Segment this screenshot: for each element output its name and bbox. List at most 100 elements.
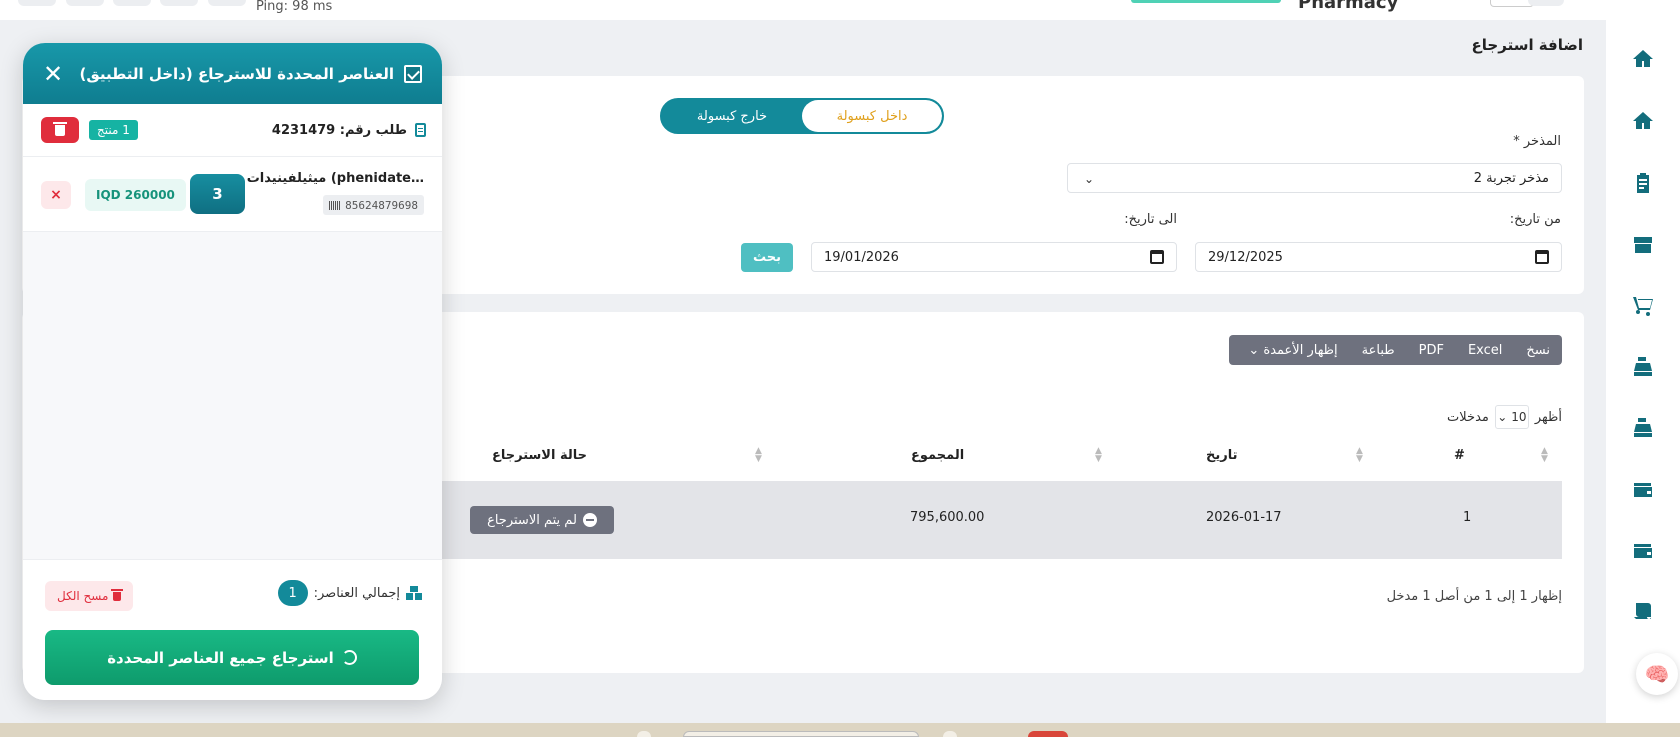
print-button[interactable]: طباعة <box>1362 343 1395 358</box>
boxes-icon <box>406 586 422 600</box>
export-toolbar: نسخ Excel PDF طباعة إظهار الأعمدة ⌄ <box>1229 335 1562 365</box>
total-items: إجمالي العناصر: 1 <box>277 580 422 606</box>
undo-icon <box>341 650 357 665</box>
taskbar-search[interactable] <box>683 731 919 737</box>
barcode-value: 85624879698 <box>345 198 418 212</box>
table-info: إظهار 1 إلى 1 من أصل 1 مدخل <box>1386 589 1562 604</box>
panel-title: العناصر المحددة للاسترجاع (داخل التطبيق) <box>79 64 394 83</box>
order-row: طلب رقم: 4231479 1 منتج <box>23 104 442 157</box>
toggle-outside-capsule[interactable]: خارج كبسولة <box>662 100 802 132</box>
remove-item-button[interactable]: × <box>41 181 71 209</box>
excel-button[interactable]: Excel <box>1468 343 1502 358</box>
barcode-icon <box>329 200 342 210</box>
panel-list-area <box>23 232 442 559</box>
cell-total: 795,600.00 <box>910 510 985 525</box>
taskbar-app-icon[interactable] <box>1028 731 1068 737</box>
trash-icon <box>111 588 124 601</box>
item-quantity[interactable]: 3 <box>190 174 245 214</box>
wallet-icon[interactable] <box>1626 533 1660 567</box>
column-visibility-label: إظهار الأعمدة <box>1263 342 1338 358</box>
calendar-icon[interactable] <box>1535 250 1549 264</box>
store-label: المذخر * <box>1513 134 1561 149</box>
clear-all-label: مسح الكل <box>57 589 109 603</box>
app-title: Pharmacy <box>1298 0 1399 13</box>
entries-value: 10 <box>1511 410 1527 424</box>
to-date-label: الى تاريخ: <box>1124 212 1177 227</box>
entries-select[interactable]: 10 ⌄ <box>1494 405 1529 429</box>
search-button[interactable]: بحث <box>741 243 793 272</box>
from-date-value: 29/12/2025 <box>1208 249 1283 265</box>
status-bar-indicator <box>1131 0 1281 3</box>
column-header-total[interactable]: المجموع <box>911 448 964 463</box>
minus-circle-icon <box>582 513 597 527</box>
clipboard-icon[interactable] <box>1626 166 1660 200</box>
sort-icon[interactable]: ▲ ▼ <box>755 447 762 464</box>
list-item: …phenidate) ميثيلفينيدات 85624879698 3 I… <box>23 157 442 232</box>
status-badge: لم يتم الاسترجاع <box>470 506 614 534</box>
home-icon[interactable] <box>1626 42 1660 76</box>
box-icon[interactable] <box>1626 228 1660 262</box>
taskbar <box>0 723 1680 737</box>
wallet-icon[interactable] <box>1626 472 1660 506</box>
calendar-icon[interactable] <box>1150 250 1164 264</box>
taskbar-icon[interactable] <box>637 731 651 737</box>
top-menu-button[interactable] <box>1528 0 1564 6</box>
entries-label: مدخلات <box>1447 409 1489 425</box>
assistant-brain-icon[interactable]: 🧠 <box>1636 653 1678 695</box>
close-icon[interactable]: ✕ <box>43 62 63 86</box>
show-entries: أظهر 10 ⌄ مدخلات <box>1447 405 1562 429</box>
item-price: IQD 260000 <box>85 179 186 211</box>
ping-readout: Ping: 98 ms <box>256 0 333 14</box>
from-date-label: من تاريخ: <box>1509 212 1561 227</box>
show-label: أظهر <box>1534 409 1562 425</box>
toolbar-button[interactable] <box>208 0 246 6</box>
sort-icon[interactable]: ▲ ▼ <box>1356 447 1363 464</box>
document-icon <box>415 123 426 137</box>
panel-header: العناصر المحددة للاسترجاع (داخل التطبيق)… <box>23 43 442 104</box>
clear-all-button[interactable]: مسح الكل <box>45 581 134 611</box>
capsule-toggle[interactable]: داخل كبسولة خارج كبسولة <box>660 98 944 134</box>
toolbar-button[interactable] <box>160 0 198 6</box>
return-all-button[interactable]: استرجاع جميع العناصر المحددة <box>45 630 419 685</box>
chevron-down-icon: ⌄ <box>1084 172 1095 186</box>
total-count: 1 <box>277 580 308 606</box>
trash-icon <box>53 121 67 136</box>
pdf-button[interactable]: PDF <box>1419 343 1444 358</box>
top-bar: Ping: 98 ms Pharmacy <box>0 0 1606 20</box>
scroll-icon[interactable] <box>1626 594 1660 628</box>
taskbar-icon[interactable] <box>943 731 957 737</box>
sidebar: 🧠 <box>1606 0 1680 723</box>
from-date-input[interactable]: 29/12/2025 <box>1195 242 1562 272</box>
column-visibility-button[interactable]: إظهار الأعمدة ⌄ <box>1248 343 1337 358</box>
cash-register-icon[interactable] <box>1626 350 1660 384</box>
home-icon[interactable] <box>1626 104 1660 138</box>
order-count-badge: 1 منتج <box>89 120 138 140</box>
item-barcode: 85624879698 <box>323 195 424 215</box>
sort-icon[interactable]: ▲ ▼ <box>1541 447 1548 464</box>
status-text: لم يتم الاسترجاع <box>487 512 577 528</box>
sort-icon[interactable]: ▲ ▼ <box>1095 447 1102 464</box>
chevron-down-icon: ⌄ <box>1248 342 1260 358</box>
order-number: طلب رقم: 4231479 <box>271 122 407 138</box>
total-label: إجمالي العناصر: <box>313 585 400 601</box>
store-select-value: مذخر تجربة 2 <box>1473 170 1549 186</box>
to-date-input[interactable]: 19/01/2026 <box>811 242 1177 272</box>
column-header-date[interactable]: تاريخ <box>1206 448 1238 463</box>
chevron-down-icon: ⌄ <box>1497 410 1508 424</box>
cart-icon[interactable] <box>1626 289 1660 323</box>
cell-date: 2026-01-17 <box>1206 510 1282 525</box>
toolbar-button[interactable] <box>66 0 104 6</box>
toolbar-button[interactable] <box>18 0 56 6</box>
toolbar-button[interactable] <box>113 0 151 6</box>
delete-order-button[interactable] <box>41 117 79 143</box>
column-header-num[interactable]: # <box>1454 448 1465 463</box>
store-select[interactable]: مذخر تجربة 2 ⌄ <box>1067 163 1562 193</box>
copy-button[interactable]: نسخ <box>1526 343 1550 358</box>
panel-footer: إجمالي العناصر: 1 مسح الكل استرجاع جميع … <box>23 559 442 700</box>
column-header-status[interactable]: حالة الاسترجاع <box>492 448 587 463</box>
cell-num: 1 <box>1463 510 1472 525</box>
cash-register-icon[interactable] <box>1626 411 1660 445</box>
toggle-inside-capsule[interactable]: داخل كبسولة <box>802 100 942 132</box>
item-name: …phenidate) ميثيلفينيدات <box>246 171 424 186</box>
return-all-label: استرجاع جميع العناصر المحددة <box>107 648 334 667</box>
